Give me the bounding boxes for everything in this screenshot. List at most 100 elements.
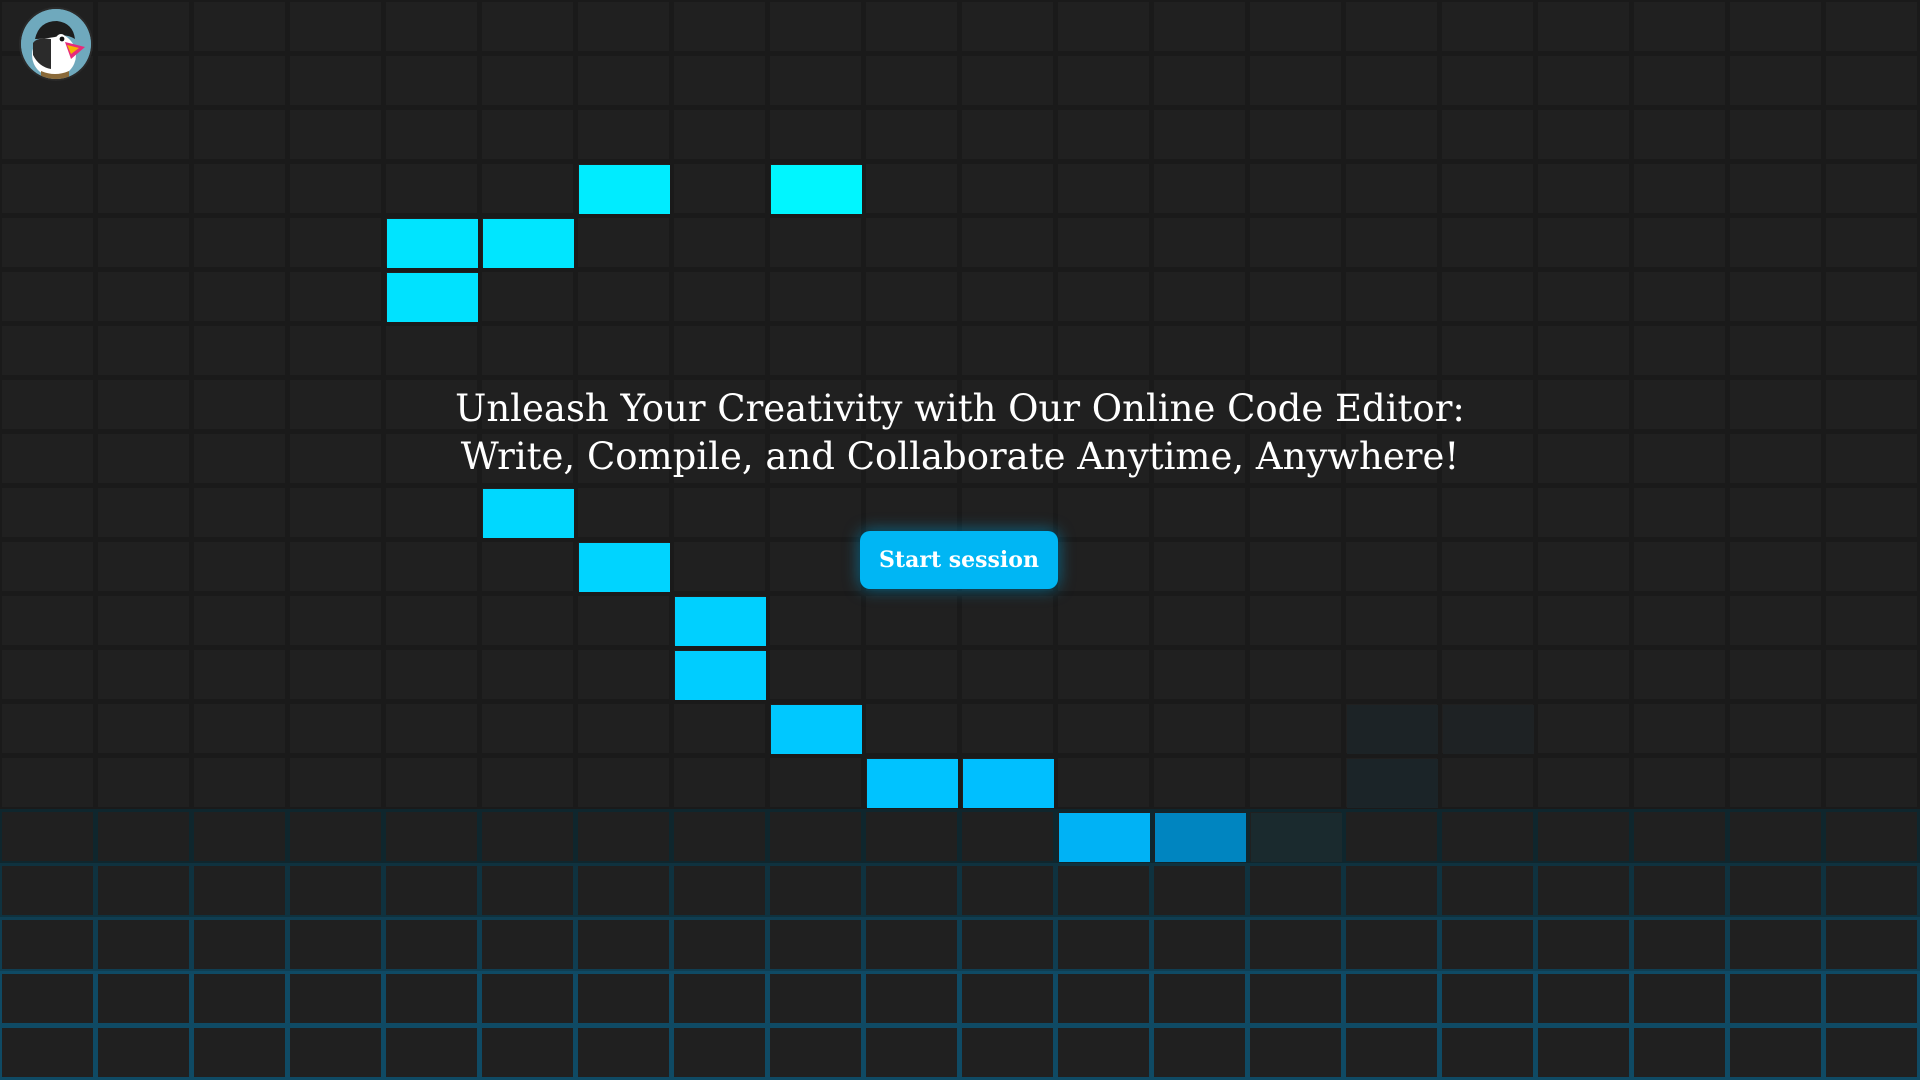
grid-cell	[1826, 326, 1917, 375]
grid-cell	[1634, 542, 1725, 591]
hero-headline-line-2: Write, Compile, and Collaborate Anytime,…	[460, 435, 1460, 478]
grid-cell	[1730, 326, 1821, 375]
grid-cell	[290, 110, 381, 159]
grid-cell	[482, 758, 573, 807]
grid-cell	[2, 1028, 93, 1077]
grid-cell	[98, 920, 189, 969]
lit-tile	[1155, 813, 1246, 862]
grid-cell	[1730, 704, 1821, 753]
grid-cell	[1058, 866, 1149, 915]
grid-cell	[1634, 974, 1725, 1023]
start-session-button[interactable]: Start session	[860, 531, 1058, 589]
grid-cell	[1346, 272, 1437, 321]
grid-cell	[98, 164, 189, 213]
grid-cell	[1250, 2, 1341, 51]
grid-cell	[1634, 110, 1725, 159]
grid-cell	[866, 974, 957, 1023]
grid-cell	[962, 920, 1053, 969]
grid-cell	[1346, 164, 1437, 213]
grid-cell	[578, 272, 669, 321]
grid-cell	[1538, 56, 1629, 105]
grid-cell	[194, 542, 285, 591]
grid-cell	[482, 542, 573, 591]
grid-cell	[1826, 1028, 1917, 1077]
grid-cell	[770, 326, 861, 375]
grid-cell	[386, 866, 477, 915]
grid-cell	[866, 596, 957, 645]
grid-cell	[290, 866, 381, 915]
grid-cell	[674, 2, 765, 51]
grid-cell	[1346, 866, 1437, 915]
grid-cell	[578, 974, 669, 1023]
grid-cell	[1730, 812, 1821, 861]
grid-cell	[1538, 110, 1629, 159]
grid-cell	[98, 1028, 189, 1077]
grid-cell	[1634, 758, 1725, 807]
grid-cell	[1154, 326, 1245, 375]
grid-cell	[866, 218, 957, 267]
grid-cell	[578, 56, 669, 105]
grid-cell	[386, 164, 477, 213]
grid-cell	[290, 2, 381, 51]
grid-cell	[194, 326, 285, 375]
grid-cell	[962, 56, 1053, 105]
grid-cell	[1538, 488, 1629, 537]
grid-cell	[1058, 56, 1149, 105]
grid-cell	[1634, 812, 1725, 861]
grid-cell	[98, 272, 189, 321]
grid-cell	[2, 920, 93, 969]
grid-cell	[578, 650, 669, 699]
grid-cell	[1250, 704, 1341, 753]
grid-cell	[1058, 218, 1149, 267]
grid-cell	[98, 110, 189, 159]
grid-cell	[1346, 488, 1437, 537]
grid-cell	[194, 110, 285, 159]
grid-cell	[2, 704, 93, 753]
grid-cell	[866, 164, 957, 213]
grid-cell	[1730, 920, 1821, 969]
grid-cell	[2, 974, 93, 1023]
grid-cell	[1730, 758, 1821, 807]
grid-cell	[98, 2, 189, 51]
grid-cell	[1826, 218, 1917, 267]
grid-cell	[2, 164, 93, 213]
grid-cell	[1826, 974, 1917, 1023]
lit-tile	[771, 165, 862, 214]
grid-cell	[98, 434, 189, 483]
grid-cell	[1058, 920, 1149, 969]
grid-cell	[770, 2, 861, 51]
grid-cell	[1346, 596, 1437, 645]
grid-cell	[1058, 758, 1149, 807]
grid-cell	[194, 704, 285, 753]
grid-cell	[290, 812, 381, 861]
grid-cell	[674, 920, 765, 969]
grid-cell	[1058, 974, 1149, 1023]
grid-cell	[386, 704, 477, 753]
grid-cell	[1730, 164, 1821, 213]
grid-cell	[1154, 272, 1245, 321]
grid-cell	[2, 596, 93, 645]
grid-cell	[194, 164, 285, 213]
lit-tile	[963, 759, 1054, 808]
grid-cell	[1442, 272, 1533, 321]
grid-cell	[578, 812, 669, 861]
grid-cell	[1634, 326, 1725, 375]
grid-cell	[1634, 596, 1725, 645]
grid-cell	[1826, 110, 1917, 159]
grid-cell	[962, 2, 1053, 51]
grid-cell	[674, 110, 765, 159]
grid-cell	[1058, 596, 1149, 645]
grid-cell	[1346, 1028, 1437, 1077]
grid-cell	[1346, 110, 1437, 159]
grid-cell	[98, 866, 189, 915]
lit-tile	[387, 273, 478, 322]
grid-cell	[290, 272, 381, 321]
grid-cell	[674, 1028, 765, 1077]
grid-cell	[674, 812, 765, 861]
grid-cell	[1058, 326, 1149, 375]
grid-cell	[1250, 164, 1341, 213]
puffin-logo-icon[interactable]	[21, 9, 91, 79]
grid-cell	[1346, 56, 1437, 105]
grid-cell	[482, 326, 573, 375]
grid-cell	[1058, 704, 1149, 753]
